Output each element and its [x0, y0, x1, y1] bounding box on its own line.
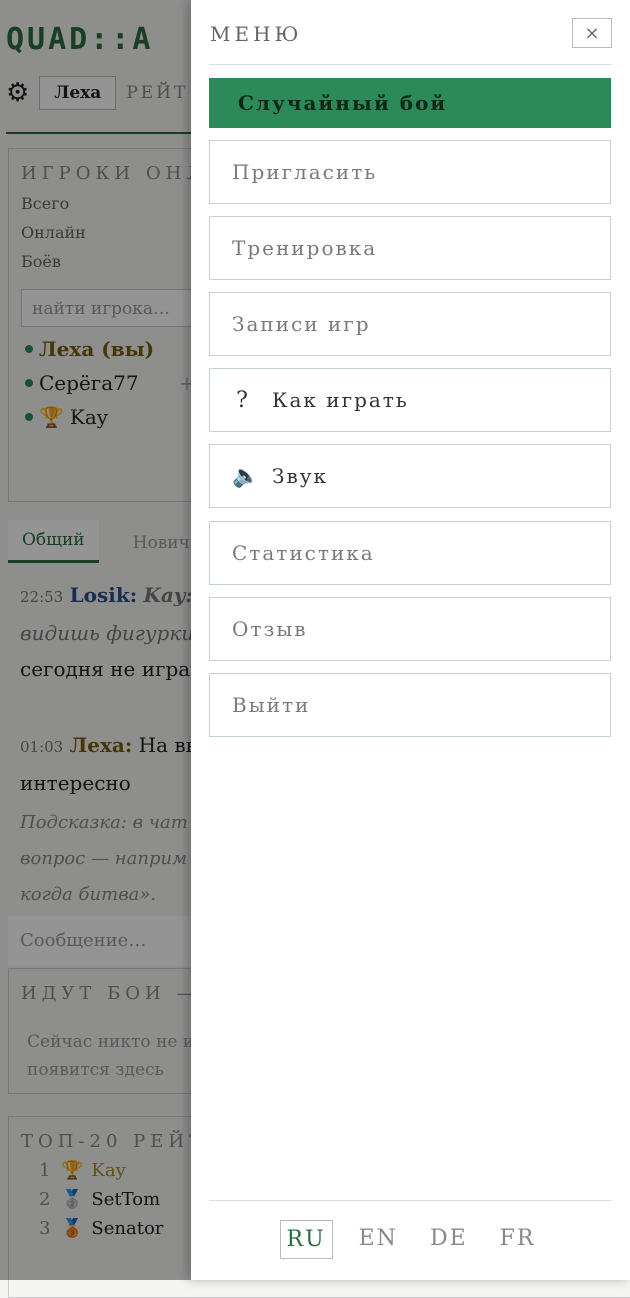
sound-label: Звук [272, 464, 328, 488]
replays-button[interactable]: Записи игр [209, 292, 611, 356]
question-icon: ? [236, 387, 250, 413]
lang-fr[interactable]: FR [494, 1220, 542, 1259]
close-icon: × [584, 22, 600, 44]
invite-button[interactable]: Пригласить [209, 140, 611, 204]
drawer-header: МЕНЮ × [209, 18, 612, 65]
drawer-title: МЕНЮ [210, 22, 303, 46]
how-to-play-label: Как играть [272, 388, 409, 412]
random-battle-button[interactable]: Случайный бой [209, 78, 611, 128]
drawer-footer-divider [209, 1200, 612, 1201]
statistics-button[interactable]: Статистика [209, 521, 611, 585]
lang-ru[interactable]: RU [279, 1220, 333, 1259]
speaker-icon: 🔈 [232, 463, 262, 489]
lang-en[interactable]: EN [353, 1220, 404, 1259]
backdrop-overlay[interactable] [0, 0, 191, 1280]
feedback-button[interactable]: Отзыв [209, 597, 611, 661]
logout-button[interactable]: Выйти [209, 673, 611, 737]
close-button[interactable]: × [572, 18, 612, 48]
language-switcher: RU EN DE FR [191, 1220, 630, 1259]
sound-button[interactable]: 🔈 Звук [209, 444, 611, 508]
how-to-play-button[interactable]: ? Как играть [209, 368, 611, 432]
training-button[interactable]: Тренировка [209, 216, 611, 280]
menu-drawer: МЕНЮ × Случайный бой Пригласить Трениров… [191, 0, 630, 1280]
lang-de[interactable]: DE [424, 1220, 474, 1259]
